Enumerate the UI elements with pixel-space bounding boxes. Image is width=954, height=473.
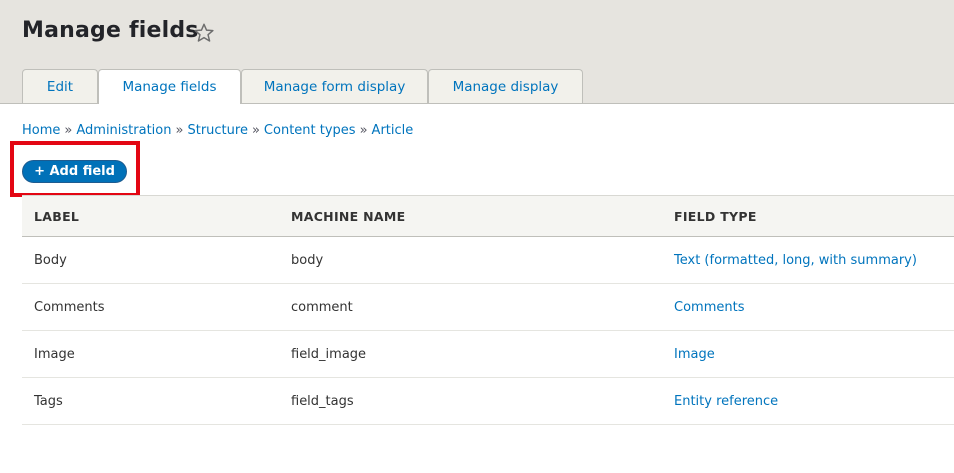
field-type-link[interactable]: Image	[662, 330, 954, 378]
breadcrumb-administration[interactable]: Administration	[76, 123, 171, 138]
field-label: Comments	[22, 283, 279, 331]
field-machine-name: body	[279, 236, 662, 284]
field-machine-name: field_image	[279, 330, 662, 378]
primary-tabs: Edit Manage fields Manage form display M…	[22, 69, 583, 104]
field-type-link[interactable]: Comments	[662, 283, 954, 331]
breadcrumb-separator: »	[251, 123, 260, 138]
column-header-field-type[interactable]: FIELD TYPE	[662, 196, 954, 237]
fields-table: LABEL MACHINE NAME FIELD TYPE Body body …	[22, 195, 954, 425]
field-type-link[interactable]: Text (formatted, long, with summary)	[662, 236, 954, 284]
page-header: Manage fields Edit Manage fields Manage …	[0, 0, 954, 104]
column-header-label[interactable]: LABEL	[22, 196, 279, 237]
field-type-link[interactable]: Entity reference	[662, 377, 954, 425]
add-field-button[interactable]: + Add field	[22, 160, 127, 183]
page-title: Manage fields	[22, 18, 199, 43]
field-machine-name: comment	[279, 283, 662, 331]
table-header-row: LABEL MACHINE NAME FIELD TYPE	[22, 195, 954, 237]
breadcrumb-separator: »	[64, 123, 73, 138]
tab-manage-form-display[interactable]: Manage form display	[241, 69, 428, 103]
field-label: Body	[22, 236, 279, 284]
column-header-machine-name[interactable]: MACHINE NAME	[279, 196, 662, 237]
field-label: Tags	[22, 377, 279, 425]
table-row: Body body Text (formatted, long, with su…	[22, 236, 954, 284]
breadcrumb-structure[interactable]: Structure	[187, 123, 247, 138]
tab-edit[interactable]: Edit	[22, 69, 98, 103]
breadcrumb-separator: »	[359, 123, 368, 138]
table-row: Tags field_tags Entity reference	[22, 377, 954, 425]
field-machine-name: field_tags	[279, 377, 662, 425]
breadcrumb-home[interactable]: Home	[22, 123, 60, 138]
breadcrumb-article[interactable]: Article	[372, 123, 414, 138]
table-row: Comments comment Comments	[22, 283, 954, 331]
tab-manage-fields[interactable]: Manage fields	[98, 69, 241, 104]
breadcrumb-content-types[interactable]: Content types	[264, 123, 356, 138]
field-label: Image	[22, 330, 279, 378]
breadcrumb: Home» Administration» Structure» Content ty…	[22, 123, 413, 138]
tab-manage-display[interactable]: Manage display	[428, 69, 583, 103]
table-row: Image field_image Image	[22, 330, 954, 378]
breadcrumb-separator: »	[175, 123, 184, 138]
star-icon[interactable]	[193, 22, 215, 44]
